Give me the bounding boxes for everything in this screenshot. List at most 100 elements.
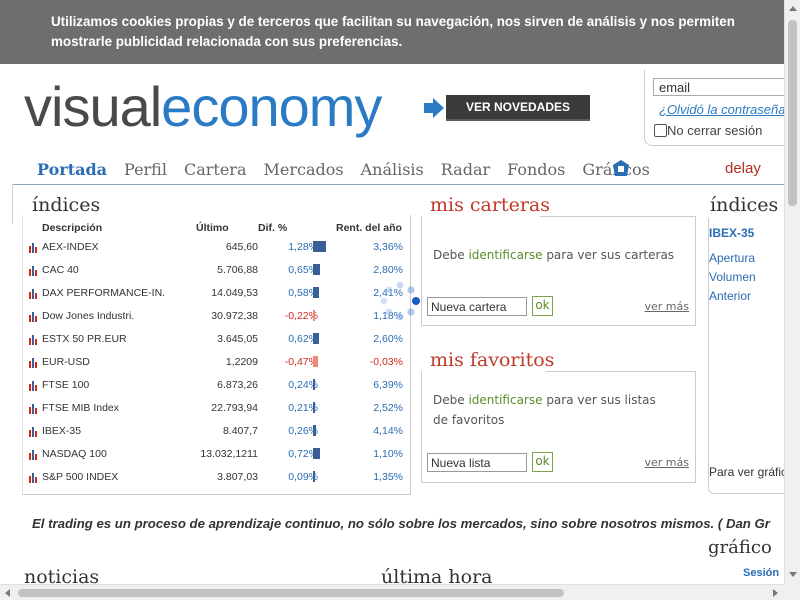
mini-chart-icon[interactable] [29, 358, 39, 368]
dif-bar [313, 471, 315, 482]
ver-novedades-label: VER NOVEDADES [446, 95, 590, 121]
carteras-msg-suffix: para ver sus carteras [542, 248, 675, 262]
scrollbar-corner [784, 584, 800, 600]
dif-bar [313, 356, 318, 367]
delay-label: delay [725, 160, 761, 177]
favoritos-ver-mas-link[interactable]: ver más [645, 456, 689, 469]
nav-item-mercados[interactable]: Mercados [263, 160, 343, 179]
index-name[interactable]: Dow Jones Industri. [42, 310, 134, 322]
col-descripcion: Descripción [42, 222, 103, 234]
carteras-login-link[interactable]: identificarse [468, 248, 542, 262]
favoritos-ok-button[interactable]: ok [532, 452, 553, 472]
mini-chart-icon[interactable] [29, 266, 39, 276]
index-row[interactable]: FTSE 100 6.873,26 0,24% 6,39% [28, 376, 408, 399]
dif-bar [313, 379, 316, 390]
scroll-left-arrow-icon[interactable] [5, 589, 10, 597]
indices-title: índices [32, 194, 101, 216]
index-row[interactable]: AEX-INDEX 645,60 1,28% 3,36% [28, 238, 408, 261]
index-row[interactable]: ESTX 50 PR.EUR 3.645,05 0,62% 2,60% [28, 330, 408, 353]
index-row[interactable]: Dow Jones Industri. 30.972,38 -0,22% 1,18% [28, 307, 408, 330]
index-name[interactable]: FTSE 100 [42, 379, 89, 391]
favoritos-title: mis favoritos [430, 349, 555, 371]
col-ultimo: Último [196, 222, 229, 234]
dif-bar [313, 264, 320, 275]
mini-chart-icon[interactable] [29, 473, 39, 483]
nav-item-fondos[interactable]: Fondos [507, 160, 565, 179]
dif-bar [313, 241, 326, 252]
index-rent: 1,10% [373, 448, 403, 460]
carteras-message: Debe identificarse para ver sus carteras [433, 245, 674, 265]
remember-checkbox[interactable] [654, 124, 667, 137]
right-link-anterior[interactable]: Anterior [709, 289, 751, 303]
nav-item-analisis[interactable]: Análisis [361, 160, 424, 179]
mini-chart-icon[interactable] [29, 335, 39, 345]
index-row[interactable]: S&P 500 INDEX 3.807,03 0,09% 1,35% [28, 468, 408, 491]
carteras-ver-mas-link[interactable]: ver más [645, 300, 689, 313]
nav-item-cartera[interactable]: Cartera [184, 160, 247, 179]
horizontal-scrollbar[interactable] [0, 584, 784, 600]
favoritos-login-link[interactable]: identificarse [468, 393, 542, 407]
index-row[interactable]: IBEX-35 8.407,7 0,26% 4,14% [28, 422, 408, 445]
mini-chart-icon[interactable] [29, 381, 39, 391]
index-row[interactable]: EUR-USD 1,2209 -0,47% -0,03% [28, 353, 408, 376]
index-last: 3.645,05 [217, 333, 258, 345]
index-row[interactable]: CAC 40 5.706,88 0,65% 2,80% [28, 261, 408, 284]
mini-chart-icon[interactable] [29, 289, 39, 299]
index-name[interactable]: CAC 40 [42, 264, 79, 276]
nueva-cartera-input[interactable] [427, 297, 527, 316]
news-feed-icon[interactable] [613, 160, 629, 176]
scroll-down-arrow-icon[interactable] [789, 572, 797, 577]
index-name[interactable]: DAX PERFORMANCE-IN. [42, 287, 165, 299]
index-name[interactable]: FTSE MIB Index [42, 402, 119, 414]
forgot-password-link[interactable]: ¿Olvidó la contraseña [659, 102, 785, 117]
ver-novedades-button[interactable]: VER NOVEDADES [424, 95, 590, 121]
index-row[interactable]: FTSE MIB Index 22.793,94 0,21% 2,52% [28, 399, 408, 422]
login-box: ¿Olvidó la contraseña No cerrar sesión [644, 70, 785, 146]
vertical-scrollbar[interactable] [784, 0, 800, 584]
mini-chart-icon[interactable] [29, 243, 39, 253]
grafico-title: gráfico [708, 537, 772, 558]
mini-chart-icon[interactable] [29, 312, 39, 322]
col-dif: Dif. % [258, 222, 288, 234]
vertical-scroll-thumb[interactable] [788, 20, 797, 206]
index-rent: 2,60% [373, 333, 403, 345]
right-link-apertura[interactable]: Apertura [709, 251, 755, 265]
index-name[interactable]: EUR-USD [42, 356, 90, 368]
index-last: 22.793,94 [211, 402, 258, 414]
index-rent: 6,39% [373, 379, 403, 391]
right-link-volumen[interactable]: Volumen [709, 270, 756, 284]
carteras-ok-button[interactable]: ok [532, 296, 553, 316]
logo-part-economy: economy [161, 75, 382, 138]
site-logo[interactable]: visualeconomy [24, 75, 382, 138]
remember-label: No cerrar sesión [667, 123, 763, 138]
mini-chart-icon[interactable] [29, 427, 39, 437]
horizontal-scroll-thumb[interactable] [18, 589, 564, 597]
right-index-name[interactable]: IBEX-35 [709, 226, 754, 240]
index-row[interactable]: DAX PERFORMANCE-IN.14.049,530,58%2,41% [28, 284, 408, 307]
dif-bar [313, 310, 316, 321]
index-row[interactable]: NASDAQ 100 13.032,1211 0,72% 1,10% [28, 445, 408, 468]
index-name[interactable]: NASDAQ 100 [42, 448, 107, 460]
nav-item-radar[interactable]: Radar [441, 160, 490, 179]
index-name[interactable]: IBEX-35 [42, 425, 81, 437]
mini-chart-icon[interactable] [29, 450, 39, 460]
nav-item-portada[interactable]: Portada [37, 160, 107, 179]
mini-chart-icon[interactable] [29, 404, 39, 414]
index-last: 3.807,03 [217, 471, 258, 483]
nav-divider-vertical [12, 184, 13, 224]
index-last: 8.407,7 [222, 425, 258, 437]
scroll-right-arrow-icon[interactable] [773, 589, 778, 597]
carteras-panel: Debe identificarse para ver sus carteras… [421, 216, 696, 326]
sesion-label[interactable]: Sesión [743, 567, 779, 579]
loading-spinner-icon [380, 281, 420, 321]
right-indices-title: índices [710, 194, 779, 216]
nueva-lista-input[interactable] [427, 453, 527, 472]
nav-item-perfil[interactable]: Perfil [124, 160, 167, 179]
main-nav: Portada Perfil Cartera Mercados Análisis… [37, 160, 667, 179]
scroll-up-arrow-icon[interactable] [789, 6, 797, 11]
carteras-top-border [540, 216, 696, 217]
index-name[interactable]: ESTX 50 PR.EUR [42, 333, 127, 345]
index-name[interactable]: S&P 500 INDEX [42, 471, 118, 483]
email-input[interactable] [653, 78, 785, 96]
index-name[interactable]: AEX-INDEX [42, 241, 99, 253]
